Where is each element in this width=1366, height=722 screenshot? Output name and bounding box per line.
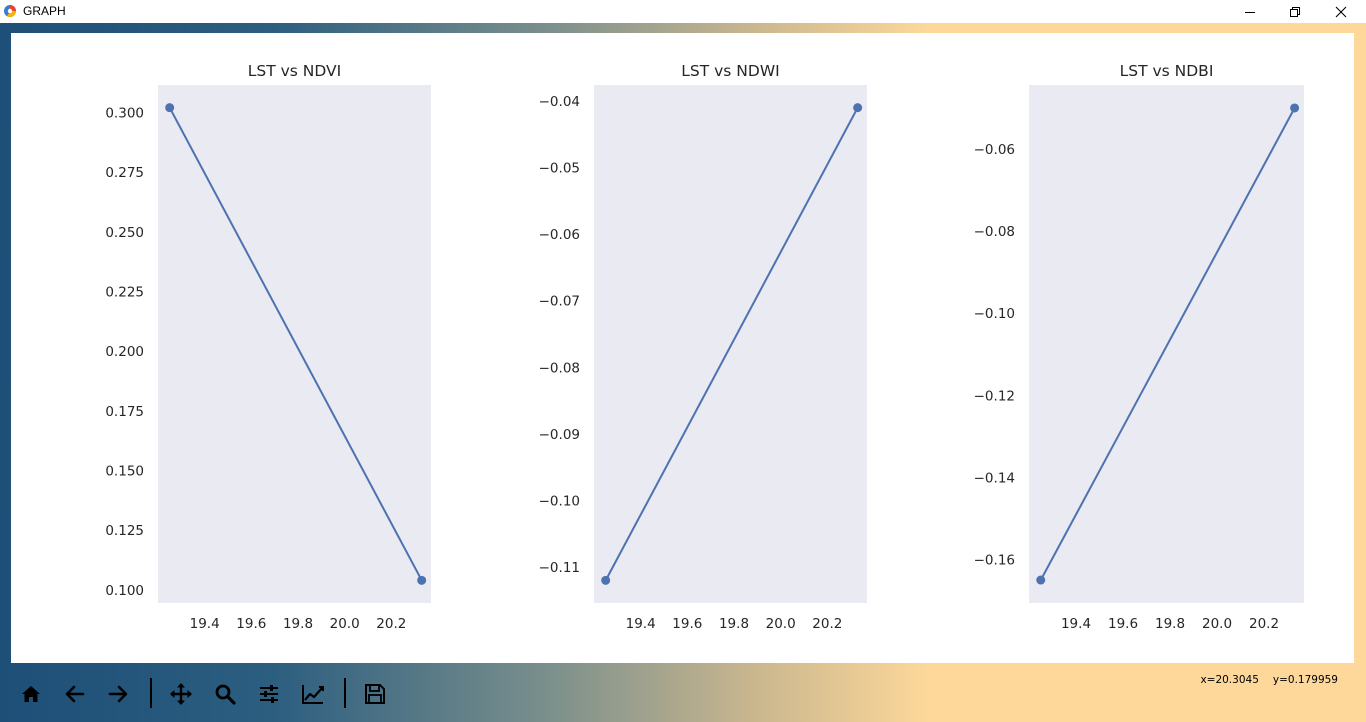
x-tick-label: 19.6 xyxy=(236,616,266,632)
x-tick-label: 19.8 xyxy=(719,616,749,632)
toolbar-separator xyxy=(150,678,152,708)
y-tick-label: −0.07 xyxy=(539,294,580,310)
y-tick-label: 0.200 xyxy=(105,344,144,360)
navigation-toolbar xyxy=(0,672,400,716)
pan-icon xyxy=(170,683,192,705)
y-tick-label: 0.225 xyxy=(105,284,144,300)
x-tick-label: 20.0 xyxy=(766,616,796,632)
x-tick-label: 20.2 xyxy=(812,616,842,632)
data-point xyxy=(601,575,611,585)
data-point xyxy=(1036,575,1046,585)
forward-arrow-icon xyxy=(108,685,128,703)
y-tick-label: 0.275 xyxy=(105,165,144,181)
save-icon xyxy=(365,684,385,704)
data-point xyxy=(853,103,863,113)
edit-axis-button[interactable] xyxy=(297,680,329,708)
back-button[interactable] xyxy=(59,680,91,708)
window-title: GRAPH xyxy=(23,4,66,18)
edit-axis-icon xyxy=(302,685,324,704)
figure-svg: LST vs NDVI 19.4 19.6 19.8 20.0 20.2 0.100 0.12… xyxy=(105,62,1304,632)
y-tick-label: −0.11 xyxy=(539,560,580,576)
y-tick-label: −0.04 xyxy=(539,94,580,110)
x-tick-label: 19.4 xyxy=(626,616,656,632)
app-icon xyxy=(4,5,16,18)
forward-button[interactable] xyxy=(102,680,134,708)
title-bar: GRAPH xyxy=(0,0,1366,23)
subplot-title: LST vs NDVI xyxy=(248,62,341,80)
configure-subplots-icon xyxy=(260,685,278,703)
data-point xyxy=(165,103,175,113)
figure-canvas[interactable]: LST vs NDVI 19.4 19.6 19.8 20.0 20.2 0.100 0.12… xyxy=(11,33,1354,663)
data-point xyxy=(417,575,427,585)
y-tick-label: −0.06 xyxy=(539,227,580,243)
subplot-title: LST vs NDBI xyxy=(1120,62,1214,80)
y-tick-label: 0.250 xyxy=(105,225,144,241)
y-tick-label: 0.300 xyxy=(105,105,144,121)
x-tick-label: 19.6 xyxy=(672,616,702,632)
save-button[interactable] xyxy=(359,680,391,708)
subplot-3: LST vs NDBI 19.4 19.6 19.8 20.0 20.2 −0.16 −0.1… xyxy=(974,62,1304,632)
zoom-button[interactable] xyxy=(209,680,241,708)
home-button[interactable] xyxy=(15,680,47,708)
subplot-2: LST vs NDWI 19.4 19.6 19.8 20.0 20.2 −0.11 −0.1… xyxy=(539,62,867,632)
minimize-button[interactable] xyxy=(1227,0,1273,23)
y-tick-label: −0.06 xyxy=(974,142,1015,158)
x-tick-label: 20.0 xyxy=(330,616,360,632)
x-tick-label: 19.6 xyxy=(1108,616,1138,632)
back-arrow-icon xyxy=(65,685,85,703)
x-tick-label: 19.4 xyxy=(190,616,220,632)
minimize-icon xyxy=(1245,11,1255,13)
y-tick-label: −0.10 xyxy=(974,306,1015,322)
x-tick-label: 20.2 xyxy=(1249,616,1279,632)
x-tick-label: 20.2 xyxy=(376,616,406,632)
y-coordinate: y=0.179959 xyxy=(1272,674,1338,686)
y-tick-label: −0.08 xyxy=(974,224,1015,240)
close-icon xyxy=(1335,6,1347,17)
toolbar-separator xyxy=(344,678,346,708)
y-tick-label: −0.05 xyxy=(539,161,580,177)
data-point xyxy=(1290,103,1300,113)
y-tick-label: −0.08 xyxy=(539,360,580,376)
y-tick-label: 0.125 xyxy=(105,523,144,539)
zoom-icon xyxy=(215,684,236,705)
close-button[interactable] xyxy=(1318,0,1364,23)
configure-subplots-button[interactable] xyxy=(253,680,285,708)
subplot-1: LST vs NDVI 19.4 19.6 19.8 20.0 20.2 0.100 0.12… xyxy=(105,62,431,632)
restore-icon xyxy=(1290,6,1300,17)
y-tick-label: −0.14 xyxy=(974,470,1015,486)
pan-button[interactable] xyxy=(165,680,197,708)
x-tick-label: 20.0 xyxy=(1202,616,1232,632)
y-tick-label: 0.150 xyxy=(105,464,144,480)
x-coordinate: x=20.3045 xyxy=(1200,674,1259,686)
y-tick-label: −0.10 xyxy=(539,493,580,509)
y-tick-label: −0.12 xyxy=(974,388,1015,404)
y-tick-label: −0.16 xyxy=(974,552,1015,568)
x-tick-label: 19.8 xyxy=(1155,616,1185,632)
x-tick-label: 19.4 xyxy=(1061,616,1091,632)
cursor-coordinates: x=20.3045 y=0.179959 xyxy=(1186,674,1338,686)
x-tick-label: 19.8 xyxy=(283,616,313,632)
subplot-title: LST vs NDWI xyxy=(681,62,779,80)
restore-button[interactable] xyxy=(1272,0,1318,23)
y-tick-label: 0.100 xyxy=(105,583,144,599)
home-icon xyxy=(22,686,40,702)
y-tick-label: 0.175 xyxy=(105,404,144,420)
y-tick-label: −0.09 xyxy=(539,427,580,443)
